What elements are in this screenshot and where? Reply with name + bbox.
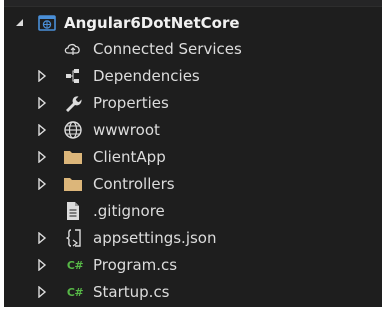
tree-item-controllers[interactable]: Controllers bbox=[4, 171, 382, 197]
collapsed-arrow-icon[interactable] bbox=[36, 232, 48, 244]
json-file-icon bbox=[63, 228, 83, 248]
folder-icon bbox=[63, 174, 83, 194]
globe-icon bbox=[63, 120, 83, 140]
csharp-file-icon: C# bbox=[66, 258, 84, 272]
tree-item-label: Connected Services bbox=[93, 40, 242, 58]
tree-item-label: wwwroot bbox=[93, 121, 160, 139]
tree-item-label: Controllers bbox=[93, 175, 175, 193]
file-icon bbox=[63, 201, 83, 221]
tree-item-label: ClientApp bbox=[93, 148, 166, 166]
wrench-icon bbox=[63, 93, 83, 113]
tree-item-dependencies[interactable]: Dependencies bbox=[4, 63, 382, 89]
tree-item-program[interactable]: C# Program.cs bbox=[4, 252, 382, 278]
collapsed-arrow-icon[interactable] bbox=[36, 178, 48, 190]
collapsed-arrow-icon[interactable] bbox=[36, 97, 48, 109]
tree-item-wwwroot[interactable]: wwwroot bbox=[4, 117, 382, 143]
tree-item-label: .gitignore bbox=[93, 202, 165, 220]
tree-item-label: Properties bbox=[93, 94, 169, 112]
tree-item-project[interactable]: Angular6DotNetCore bbox=[4, 10, 382, 36]
folder-icon bbox=[63, 147, 83, 167]
tree-item-label: appsettings.json bbox=[93, 229, 217, 247]
dependencies-icon bbox=[63, 66, 83, 86]
tree-item-label: Dependencies bbox=[93, 67, 200, 85]
tree-item-label: Program.cs bbox=[93, 256, 178, 274]
collapsed-arrow-icon[interactable] bbox=[36, 286, 48, 298]
csharp-file-icon: C# bbox=[66, 285, 84, 299]
tree-item-properties[interactable]: Properties bbox=[4, 90, 382, 116]
collapsed-arrow-icon[interactable] bbox=[36, 70, 48, 82]
tree-item-appsettings[interactable]: appsettings.json bbox=[4, 225, 382, 251]
connected-services-icon bbox=[63, 39, 83, 59]
collapsed-arrow-icon[interactable] bbox=[36, 151, 48, 163]
tree-item-clientapp[interactable]: ClientApp bbox=[4, 144, 382, 170]
project-label: Angular6DotNetCore bbox=[64, 14, 240, 32]
expanded-arrow-icon[interactable] bbox=[14, 17, 26, 29]
tree-item-startup[interactable]: C# Startup.cs bbox=[4, 279, 382, 305]
web-project-icon bbox=[37, 13, 57, 33]
cut-off-header bbox=[4, 0, 382, 7]
tree-item-connected-services[interactable]: Connected Services bbox=[4, 36, 382, 62]
tree-item-label: Startup.cs bbox=[93, 283, 170, 301]
collapsed-arrow-icon[interactable] bbox=[36, 124, 48, 136]
collapsed-arrow-icon[interactable] bbox=[36, 259, 48, 271]
solution-explorer-tree: Angular6DotNetCore Connected Services De… bbox=[4, 0, 382, 307]
tree-item-gitignore[interactable]: .gitignore bbox=[4, 198, 382, 224]
